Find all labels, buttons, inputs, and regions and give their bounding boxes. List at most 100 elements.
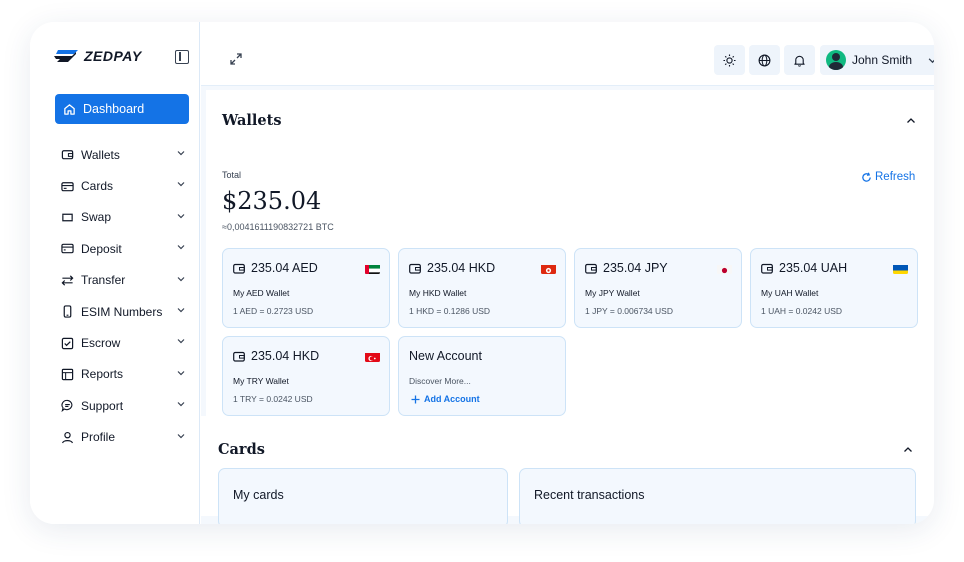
- wallet-name: My TRY Wallet: [233, 376, 289, 386]
- theme-toggle-button[interactable]: [714, 45, 745, 75]
- table-icon: [61, 368, 74, 381]
- deposit-icon: [61, 244, 74, 254]
- main-content: John Smith Wallets Total $235.04 ≈0,0041…: [201, 22, 934, 524]
- sidebar-item-reports[interactable]: Reports: [55, 359, 189, 390]
- chevron-down-icon: [928, 57, 934, 63]
- add-account-button[interactable]: Add Account: [411, 394, 480, 404]
- phone-icon: [63, 305, 72, 318]
- sidebar-item-wallets[interactable]: Wallets: [55, 139, 189, 170]
- wallet-card-try[interactable]: 235.04 HKD My TRY Wallet 1 TRY = 0.0242 …: [222, 336, 390, 416]
- chevron-up-icon[interactable]: [903, 445, 913, 455]
- swap-icon: [62, 213, 73, 222]
- sidebar-item-swap[interactable]: Swap: [55, 202, 189, 233]
- wallet-name: My AED Wallet: [233, 288, 290, 298]
- wallet-amount: 235.04 HKD: [251, 349, 320, 363]
- wallet-name: My JPY Wallet: [585, 288, 640, 298]
- wallet-card-jpy[interactable]: 235.04 JPY My JPY Wallet 1 JPY = 0.00673…: [574, 248, 742, 328]
- sidebar-item-esim-numbers[interactable]: ESIM Numbers: [55, 296, 189, 327]
- sidebar-nav: Wallets Cards Swap Deposit Transfer ESIM…: [55, 139, 189, 453]
- expand-icon[interactable]: [230, 53, 242, 65]
- sidebar: ZEDPAY Dashboard Wallets Cards Swap Depo…: [30, 22, 200, 524]
- sidebar-item-label: Support: [81, 398, 124, 413]
- card-icon: [61, 181, 74, 191]
- sidebar-item-label: ESIM Numbers: [81, 304, 163, 319]
- sidebar-item-label: Cards: [81, 179, 114, 194]
- sidebar-item-support[interactable]: Support: [55, 390, 189, 421]
- sidebar-item-label: Swap: [81, 210, 112, 225]
- sidebar-item-label: Reports: [81, 367, 124, 382]
- chevron-down-icon: [177, 308, 185, 313]
- sidebar-item-dashboard[interactable]: Dashboard: [55, 94, 189, 124]
- chevron-down-icon: [177, 402, 185, 407]
- total-amount: $235.04: [222, 187, 322, 215]
- wallet-icon: [761, 263, 773, 274]
- sun-icon: [723, 53, 736, 67]
- wallet-icon: [61, 150, 74, 160]
- top-bar: John Smith: [201, 22, 934, 86]
- my-cards-panel: My cards: [218, 468, 508, 524]
- my-cards-title: My cards: [233, 488, 284, 502]
- chat-icon: [61, 400, 73, 413]
- hong-kong-flag-icon: [541, 263, 556, 274]
- user-menu-button[interactable]: John Smith: [820, 45, 934, 75]
- sidebar-item-transfer[interactable]: Transfer: [55, 265, 189, 296]
- wallet-icon: [409, 263, 421, 274]
- app-window: ZEDPAY Dashboard Wallets Cards Swap Depo…: [30, 22, 934, 524]
- brand-name: ZEDPAY: [84, 48, 142, 64]
- language-button[interactable]: [749, 45, 780, 75]
- sidebar-item-label: Wallets: [81, 147, 120, 162]
- wallet-rate: 1 UAH = 0.0242 USD: [761, 306, 843, 316]
- sidebar-item-cards[interactable]: Cards: [55, 170, 189, 201]
- wallet-rate: 1 JPY = 0.006734 USD: [585, 306, 673, 316]
- new-account-subtitle: Discover More...: [409, 376, 471, 386]
- wallet-icon: [585, 263, 597, 274]
- refresh-label: Refresh: [875, 171, 916, 183]
- brand-logo[interactable]: ZEDPAY: [54, 48, 142, 64]
- globe-icon: [758, 54, 771, 66]
- chevron-down-icon: [177, 339, 185, 344]
- wallet-icon: [233, 263, 245, 274]
- wallets-title: Wallets: [222, 112, 282, 129]
- refresh-button[interactable]: Refresh: [861, 171, 915, 183]
- chevron-down-icon: [177, 245, 185, 250]
- chevron-down-icon: [177, 433, 185, 438]
- wallet-card-hkd[interactable]: 235.04 HKD My HKD Wallet 1 HKD = 0.1286 …: [398, 248, 566, 328]
- wallet-rate: 1 TRY = 0.0242 USD: [233, 394, 313, 404]
- chevron-down-icon: [177, 370, 185, 376]
- wallet-card-aed[interactable]: 235.04 AED My AED Wallet 1 AED = 0.2723 …: [222, 248, 390, 328]
- chevron-up-icon[interactable]: [906, 116, 916, 126]
- refresh-icon: [862, 172, 871, 182]
- wallet-rate: 1 AED = 0.2723 USD: [233, 306, 314, 316]
- wallet-rate: 1 HKD = 0.1286 USD: [409, 306, 491, 316]
- sidebar-item-label: Profile: [81, 430, 116, 445]
- uae-flag-icon: [365, 263, 380, 274]
- chevron-down-icon: [177, 276, 185, 281]
- sidebar-collapse-icon[interactable]: [175, 50, 189, 64]
- wallets-panel: Wallets Total $235.04 ≈0,004161119083272…: [206, 90, 934, 416]
- sidebar-item-deposit[interactable]: Deposit: [55, 233, 189, 264]
- new-account-card[interactable]: New Account Discover More... Add Account: [398, 336, 566, 416]
- ukraine-flag-icon: [893, 263, 908, 274]
- add-account-label: Add Account: [424, 394, 480, 404]
- new-account-title: New Account: [409, 349, 482, 363]
- chevron-down-icon: [177, 151, 185, 156]
- zedpay-logo-icon: [54, 50, 78, 62]
- wallet-amount: 235.04 UAH: [779, 261, 848, 275]
- cards-panel: Cards My cards Recent transactions: [201, 416, 934, 524]
- avatar: [826, 50, 846, 70]
- chevron-down-icon: [177, 213, 185, 219]
- sidebar-item-escrow[interactable]: Escrow: [55, 327, 189, 358]
- sidebar-item-label: Escrow: [81, 336, 121, 351]
- wallet-card-uah[interactable]: 235.04 UAH My UAH Wallet 1 UAH = 0.0242 …: [750, 248, 918, 328]
- notifications-button[interactable]: [784, 45, 815, 75]
- transfer-icon: [61, 275, 74, 286]
- bell-icon: [794, 55, 805, 67]
- wallet-amount: 235.04 HKD: [427, 261, 496, 275]
- btc-equivalent: ≈0,0041611190832721 BTC: [222, 222, 334, 232]
- cards-title: Cards: [218, 441, 265, 458]
- home-icon: [64, 103, 75, 115]
- wallet-name: My HKD Wallet: [409, 288, 467, 298]
- sidebar-item-profile[interactable]: Profile: [55, 422, 189, 453]
- wallet-amount: 235.04 JPY: [603, 261, 668, 275]
- japan-flag-icon: [717, 263, 732, 274]
